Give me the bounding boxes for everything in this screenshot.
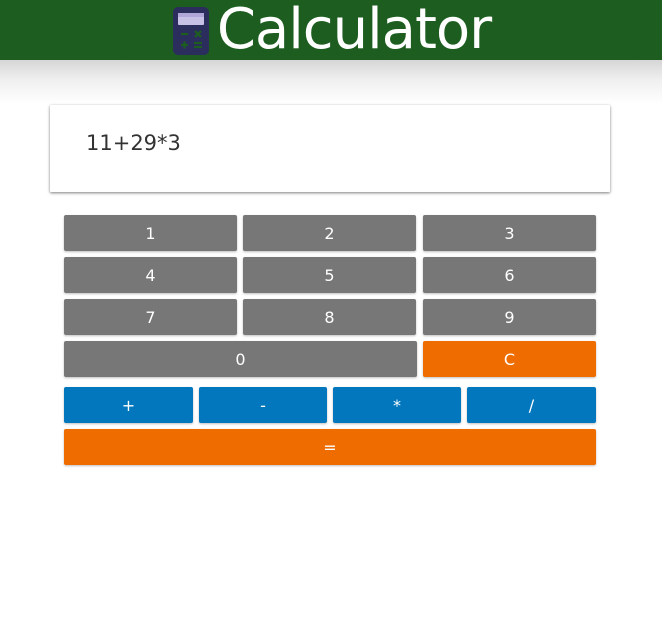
display-expression: 11+29*3 [86,131,181,155]
subtract-button[interactable]: - [199,387,327,423]
calculator-icon [172,7,209,55]
divide-button[interactable]: / [467,387,596,423]
app-header: Calculator [0,0,662,60]
digit-button-4[interactable]: 4 [64,257,237,293]
header-shadow [0,60,662,104]
digit-button-2[interactable]: 2 [243,215,416,251]
digit-button-6[interactable]: 6 [423,257,596,293]
multiply-button[interactable]: * [333,387,461,423]
digit-button-1[interactable]: 1 [64,215,237,251]
clear-button[interactable]: C [423,341,596,377]
header-title-group: Calculator [171,0,492,62]
digit-button-5[interactable]: 5 [243,257,416,293]
digit-button-8[interactable]: 8 [243,299,416,335]
add-button[interactable]: + [64,387,193,423]
digit-button-9[interactable]: 9 [423,299,596,335]
digit-button-7[interactable]: 7 [64,299,237,335]
digit-button-0[interactable]: 0 [64,341,417,377]
digit-button-3[interactable]: 3 [423,215,596,251]
calculator-display: 11+29*3 [50,105,610,192]
page-title: Calculator [216,0,492,62]
equals-button[interactable]: = [64,429,596,465]
